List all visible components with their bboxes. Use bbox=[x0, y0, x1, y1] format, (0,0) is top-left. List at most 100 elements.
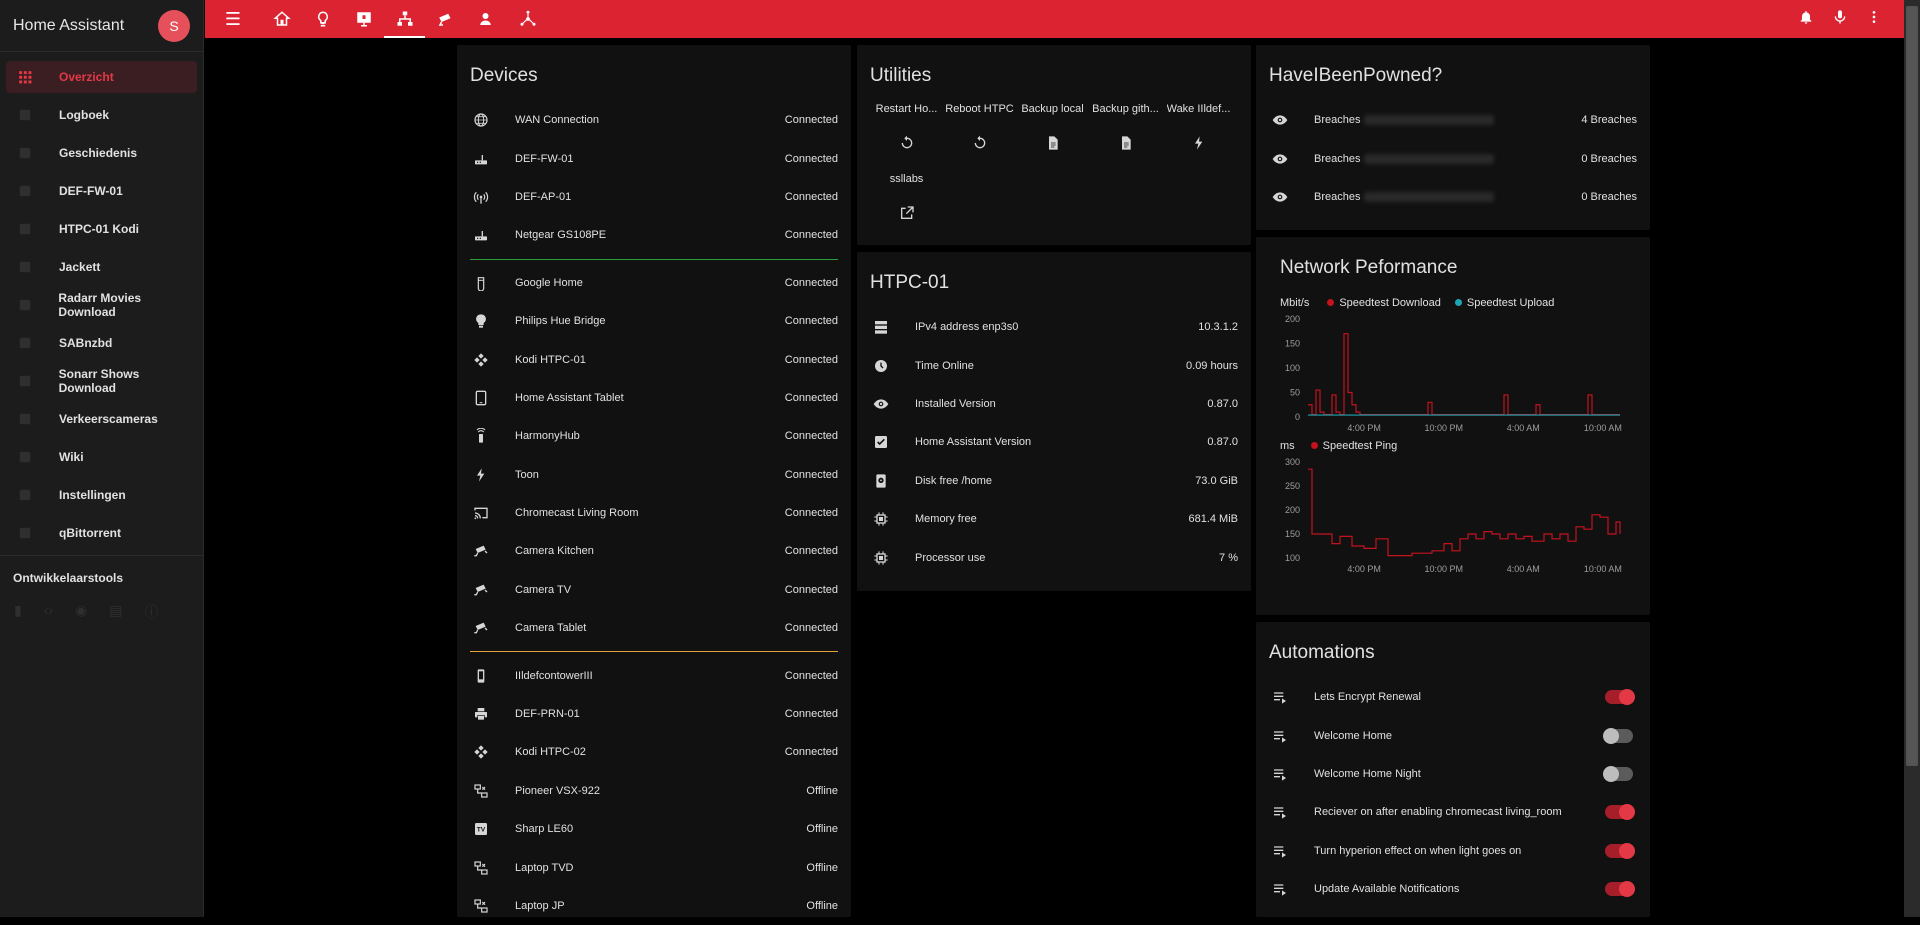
tab-cameras[interactable] bbox=[425, 0, 466, 38]
tab-people[interactable] bbox=[466, 0, 507, 38]
file-icon[interactable]: ▤ bbox=[109, 602, 122, 622]
cctv-icon bbox=[470, 620, 492, 636]
utility-button[interactable]: Wake IIldef... bbox=[1162, 103, 1235, 173]
sidebar-item-qbittorrent[interactable]: qBittorrent bbox=[6, 517, 197, 549]
sidebar-item-verkeerscameras[interactable]: Verkeerscameras bbox=[6, 403, 197, 435]
series-line[interactable] bbox=[1308, 333, 1620, 416]
automation-toggle[interactable] bbox=[1605, 881, 1635, 898]
device-row[interactable]: Philips Hue Bridge Connected bbox=[470, 302, 838, 340]
eye-icon bbox=[1269, 189, 1291, 205]
view-tabs bbox=[261, 0, 548, 38]
sidebar-item-radarr-movies-download[interactable]: Radarr Movies Download bbox=[6, 289, 197, 321]
automation-toggle[interactable] bbox=[1603, 765, 1633, 782]
more-vert-icon[interactable] bbox=[1866, 9, 1882, 30]
automation-toggle[interactable] bbox=[1605, 842, 1635, 859]
automation-toggle[interactable] bbox=[1605, 804, 1635, 821]
device-row[interactable]: Kodi HTPC-02 Connected bbox=[470, 733, 838, 771]
device-row[interactable]: Laptop TVD Offline bbox=[470, 848, 838, 886]
automation-toggle[interactable] bbox=[1605, 689, 1635, 706]
automation-row[interactable]: Welcome Home Night bbox=[1269, 755, 1637, 793]
tab-lights[interactable] bbox=[302, 0, 343, 38]
tab-hub[interactable] bbox=[507, 0, 548, 38]
device-row[interactable]: HarmonyHub Connected bbox=[470, 417, 838, 455]
utility-button[interactable]: Reboot HTPC bbox=[943, 103, 1016, 173]
sidebar-item-logboek[interactable]: Logboek bbox=[6, 99, 197, 131]
movie-icon bbox=[16, 296, 33, 314]
info-icon[interactable]: ⓘ bbox=[145, 602, 159, 622]
sidebar-item-jackett[interactable]: Jackett bbox=[6, 251, 197, 283]
y-tick-label: 200 bbox=[1285, 505, 1300, 515]
device-row[interactable]: Google Home Connected bbox=[470, 264, 838, 302]
sidebar-item-sonarr-shows-download[interactable]: Sonarr Shows Download bbox=[6, 365, 197, 397]
sensor-row[interactable]: Memory free 681.4 MiB bbox=[870, 500, 1238, 538]
device-row[interactable]: Netgear GS108PE Connected bbox=[470, 216, 838, 254]
legend-item[interactable]: Speedtest Download bbox=[1327, 297, 1441, 309]
breach-row[interactable]: Breaches 0 Breaches bbox=[1269, 178, 1637, 216]
device-name: Camera TV bbox=[515, 583, 572, 596]
access-point-icon bbox=[470, 189, 492, 205]
tab-network[interactable] bbox=[384, 0, 425, 38]
device-state: Connected bbox=[784, 545, 838, 558]
device-row[interactable]: Camera TV Connected bbox=[470, 571, 838, 609]
y-tick-label: 100 bbox=[1285, 553, 1300, 563]
remote-icon[interactable]: ▮ bbox=[14, 602, 22, 622]
device-row[interactable]: DEF-FW-01 Connected bbox=[470, 139, 838, 177]
sensor-row[interactable]: IPv4 address enp3s0 10.3.1.2 bbox=[870, 308, 1238, 346]
utility-button[interactable]: Backup local bbox=[1016, 103, 1089, 173]
torrent-icon bbox=[16, 524, 34, 542]
sidebar-item-sabnzbd[interactable]: SABnzbd bbox=[6, 327, 197, 359]
device-row[interactable]: Camera Tablet Connected bbox=[470, 609, 838, 647]
list-icon bbox=[16, 106, 34, 124]
sidebar-item-geschiedenis[interactable]: Geschiedenis bbox=[6, 137, 197, 169]
hibp-list: Breaches 4 Breaches Breaches 0 Breaches Brea… bbox=[1269, 101, 1637, 216]
automation-row[interactable]: Turn hyperion effect on when light goes … bbox=[1269, 832, 1637, 870]
device-row[interactable]: DEF-PRN-01 Connected bbox=[470, 695, 838, 733]
sidebar-item-overzicht[interactable]: Overzicht bbox=[6, 61, 197, 93]
automation-row[interactable]: Lets Encrypt Renewal bbox=[1269, 678, 1637, 716]
bell-icon[interactable] bbox=[1798, 9, 1814, 30]
sensor-row[interactable]: Processor use 7 % bbox=[870, 538, 1238, 576]
radio-tower-icon[interactable]: ◉ bbox=[75, 602, 87, 622]
breach-row[interactable]: Breaches 0 Breaches bbox=[1269, 139, 1637, 177]
device-name: Pioneer VSX-922 bbox=[515, 784, 600, 797]
device-state: Connected bbox=[784, 583, 838, 596]
tab-presentation[interactable] bbox=[343, 0, 384, 38]
legend-item[interactable]: Speedtest Upload bbox=[1454, 297, 1554, 309]
utility-button[interactable]: Backup gith... bbox=[1089, 103, 1162, 173]
scrollbar-thumb[interactable] bbox=[1906, 6, 1918, 766]
sidebar-item-instellingen[interactable]: Instellingen bbox=[6, 479, 197, 511]
device-row[interactable]: TV Sharp LE60 Offline bbox=[470, 810, 838, 848]
automation-row[interactable]: Welcome Home bbox=[1269, 716, 1637, 754]
utility-button[interactable]: ssllabs bbox=[870, 173, 943, 243]
device-row[interactable]: DEF-AP-01 Connected bbox=[470, 178, 838, 216]
device-row[interactable]: IIldefcontowerIII Connected bbox=[470, 656, 838, 694]
sensor-row[interactable]: Home Assistant Version 0.87.0 bbox=[870, 423, 1238, 461]
series-line[interactable] bbox=[1308, 468, 1621, 557]
device-row[interactable]: Toon Connected bbox=[470, 456, 838, 494]
page-scrollbar[interactable] bbox=[1904, 0, 1920, 917]
menu-icon[interactable]: ☰ bbox=[205, 9, 261, 30]
tab-home[interactable] bbox=[261, 0, 302, 38]
device-row[interactable]: Home Assistant Tablet Connected bbox=[470, 379, 838, 417]
sidebar-item-wiki[interactable]: Wiki bbox=[6, 441, 197, 473]
sensor-row[interactable]: Installed Version 0.87.0 bbox=[870, 385, 1238, 423]
automation-toggle[interactable] bbox=[1603, 727, 1633, 744]
sensor-row[interactable]: Disk free /home 73.0 GiB bbox=[870, 462, 1238, 500]
device-row[interactable]: WAN Connection Connected bbox=[470, 101, 838, 139]
microphone-icon[interactable] bbox=[1832, 9, 1848, 30]
sensor-row[interactable]: Time Online 0.09 hours bbox=[870, 346, 1238, 384]
device-row[interactable]: Chromecast Living Room Connected bbox=[470, 494, 838, 532]
code-icon[interactable]: ‹› bbox=[44, 602, 53, 622]
legend-item[interactable]: Speedtest Ping bbox=[1310, 440, 1397, 452]
automation-row[interactable]: Update Available Notifications bbox=[1269, 870, 1637, 908]
automation-row[interactable]: Reciever on after enabling chromecast li… bbox=[1269, 793, 1637, 831]
device-row[interactable]: Pioneer VSX-922 Offline bbox=[470, 772, 838, 810]
sidebar-item-htpc-01-kodi[interactable]: HTPC-01 Kodi bbox=[6, 213, 197, 245]
sidebar-item-def-fw-01[interactable]: DEF-FW-01 bbox=[6, 175, 197, 207]
avatar[interactable]: S bbox=[158, 9, 190, 42]
device-row[interactable]: Camera Kitchen Connected bbox=[470, 532, 838, 570]
utility-button[interactable]: Restart Ho... bbox=[870, 103, 943, 173]
device-row[interactable]: Kodi HTPC-01 Connected bbox=[470, 340, 838, 378]
device-row[interactable]: Laptop JP Offline bbox=[470, 887, 838, 925]
breach-row[interactable]: Breaches 4 Breaches bbox=[1269, 101, 1637, 139]
